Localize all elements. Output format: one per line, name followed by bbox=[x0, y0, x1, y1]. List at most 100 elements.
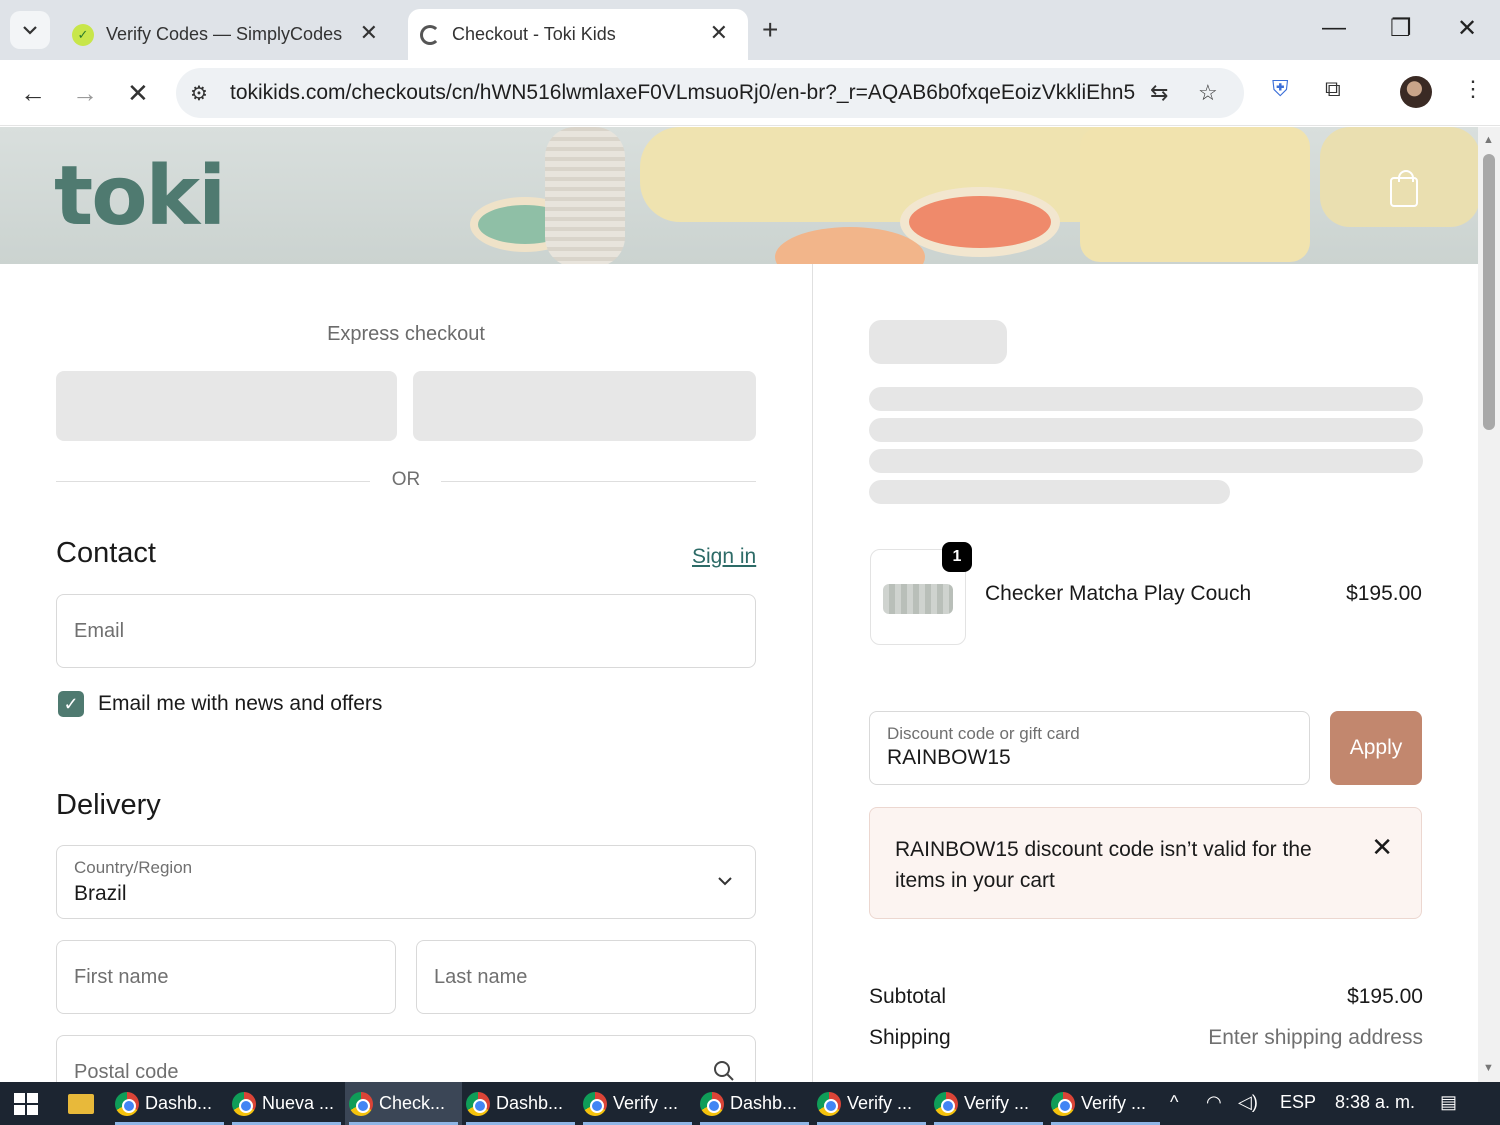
chevron-down-icon bbox=[23, 26, 37, 35]
network-icon[interactable]: ◠ bbox=[1206, 1092, 1222, 1113]
newsletter-label[interactable]: Email me with news and offers bbox=[98, 692, 382, 716]
scroll-up-icon[interactable]: ▲ bbox=[1483, 134, 1494, 146]
close-window-icon[interactable]: ✕ bbox=[1457, 14, 1477, 43]
profile-avatar[interactable] bbox=[1400, 76, 1432, 108]
notifications-icon[interactable]: ▤ bbox=[1440, 1092, 1457, 1113]
store-header-banner: toki bbox=[0, 127, 1478, 264]
windows-start-icon[interactable] bbox=[14, 1093, 38, 1115]
chrome-icon bbox=[583, 1091, 607, 1116]
browser-toolbar: ← → ✕ ⚙ tokikids.com/checkouts/cn/hWN516… bbox=[0, 60, 1500, 126]
taskbar-app[interactable]: Check... bbox=[345, 1082, 462, 1125]
translate-icon[interactable]: ⇆ bbox=[1150, 80, 1168, 106]
taskbar-app-label: Verify ... bbox=[847, 1093, 913, 1113]
taskbar-app[interactable]: Nueva ... bbox=[228, 1082, 345, 1125]
taskbar-app[interactable]: Dashb... bbox=[696, 1082, 813, 1125]
or-label: OR bbox=[391, 469, 421, 490]
taskbar-app[interactable]: Verify ... bbox=[1047, 1082, 1164, 1125]
express-checkout-title: Express checkout bbox=[327, 323, 485, 345]
subtotal-label: Subtotal bbox=[869, 985, 947, 1008]
tab-title: Checkout - Toki Kids bbox=[452, 24, 616, 44]
column-divider bbox=[812, 264, 813, 1082]
loading-placeholder bbox=[869, 387, 1423, 411]
checkout-page: toki Express checkout OR Contact Sign in… bbox=[0, 127, 1478, 1082]
simplycodes-favicon-icon: ✓ bbox=[72, 23, 94, 46]
menu-kebab-icon[interactable]: ⋮ bbox=[1462, 76, 1484, 102]
email-placeholder: Email bbox=[74, 620, 125, 642]
chrome-icon bbox=[115, 1091, 139, 1116]
taskbar-app[interactable]: Dashb... bbox=[462, 1082, 579, 1125]
taskbar-app-label: Check... bbox=[379, 1093, 446, 1113]
url-text[interactable]: tokikids.com/checkouts/cn/hWN516lwmlaxeF… bbox=[230, 81, 1136, 105]
chevron-down-icon bbox=[718, 877, 732, 886]
file-explorer-icon[interactable] bbox=[68, 1094, 94, 1114]
bookmark-star-icon[interactable]: ☆ bbox=[1198, 80, 1218, 106]
shipping-value: Enter shipping address bbox=[1208, 1026, 1423, 1049]
quantity-badge: 1 bbox=[942, 542, 972, 572]
scrollbar-thumb[interactable] bbox=[1483, 154, 1495, 430]
shield-extension-icon[interactable]: ⛨ bbox=[1272, 76, 1289, 102]
back-icon[interactable]: ← bbox=[20, 78, 46, 109]
windows-taskbar: Dashb... Nueva ... Check... Dashb... Ver… bbox=[0, 1082, 1500, 1125]
loading-favicon-icon bbox=[420, 24, 440, 45]
site-info-icon[interactable]: ⚙ bbox=[190, 81, 216, 106]
minimize-icon[interactable]: — bbox=[1322, 14, 1346, 42]
taskbar-app[interactable]: Verify ... bbox=[930, 1082, 1047, 1125]
chrome-icon bbox=[817, 1091, 841, 1116]
taskbar-app[interactable]: Dashb... bbox=[111, 1082, 228, 1125]
tray-chevron-up-icon[interactable]: ^ bbox=[1170, 1092, 1178, 1113]
taskbar-app-label: Dashb... bbox=[496, 1093, 564, 1113]
taskbar-app-label: Verify ... bbox=[964, 1093, 1030, 1113]
new-tab-button[interactable]: + bbox=[762, 14, 778, 46]
apply-button[interactable]: Apply bbox=[1330, 711, 1422, 785]
divider-line bbox=[56, 481, 370, 482]
tab-checkout[interactable]: Checkout - Toki Kids ✕ bbox=[408, 9, 748, 60]
postal-code-placeholder: Postal code bbox=[74, 1061, 179, 1082]
sign-in-link[interactable]: Sign in bbox=[692, 545, 756, 569]
last-name-placeholder: Last name bbox=[434, 966, 528, 988]
store-logo[interactable]: toki bbox=[54, 149, 226, 244]
newsletter-checkbox[interactable]: ✓ bbox=[58, 691, 84, 717]
address-bar[interactable]: ⚙ tokikids.com/checkouts/cn/hWN516lwmlax… bbox=[176, 68, 1244, 118]
tab-verify-codes[interactable]: ✓ Verify Codes — SimplyCodes ✕ bbox=[58, 9, 398, 60]
taskbar-app-label: Verify ... bbox=[613, 1093, 679, 1113]
language-indicator[interactable]: ESP bbox=[1280, 1092, 1316, 1113]
scroll-down-icon[interactable]: ▼ bbox=[1483, 1062, 1494, 1074]
checkmark-icon: ✓ bbox=[63, 693, 79, 714]
loading-placeholder bbox=[869, 480, 1230, 504]
divider-line bbox=[441, 481, 756, 482]
first-name-field[interactable]: First name bbox=[56, 940, 396, 1014]
country-value: Brazil bbox=[74, 882, 127, 905]
country-label: Country/Region bbox=[74, 858, 193, 877]
cart-bag-icon[interactable] bbox=[1390, 170, 1418, 207]
country-region-select[interactable]: Country/Region Brazil bbox=[56, 845, 756, 919]
close-tab-icon[interactable]: ✕ bbox=[710, 20, 728, 46]
forward-icon[interactable]: → bbox=[72, 78, 98, 109]
last-name-field[interactable]: Last name bbox=[416, 940, 756, 1014]
taskbar-app-label: Dashb... bbox=[145, 1093, 213, 1113]
loading-placeholder bbox=[869, 449, 1423, 473]
chrome-icon bbox=[466, 1091, 490, 1116]
express-pay-button-1[interactable] bbox=[56, 371, 397, 441]
discount-code-field[interactable]: Discount code or gift card RAINBOW15 bbox=[869, 711, 1310, 785]
express-pay-button-2[interactable] bbox=[413, 371, 756, 441]
volume-icon[interactable]: ◁) bbox=[1238, 1092, 1258, 1113]
taskbar-app[interactable]: Verify ... bbox=[579, 1082, 696, 1125]
discount-error-message: RAINBOW15 discount code isn’t valid for … bbox=[895, 838, 1312, 892]
subtotal-value: $195.00 bbox=[1347, 985, 1423, 1008]
search-icon[interactable] bbox=[713, 1060, 735, 1082]
chrome-icon bbox=[700, 1091, 724, 1116]
close-tab-icon[interactable]: ✕ bbox=[360, 20, 378, 46]
chrome-icon bbox=[232, 1091, 256, 1116]
contact-heading: Contact bbox=[56, 537, 156, 569]
chrome-icon bbox=[349, 1091, 373, 1116]
close-icon[interactable]: ✕ bbox=[1371, 832, 1393, 863]
stop-loading-icon[interactable]: ✕ bbox=[127, 78, 149, 109]
taskbar-app-label: Dashb... bbox=[730, 1093, 798, 1113]
restore-icon[interactable]: ❐ bbox=[1390, 14, 1412, 43]
tab-search-button[interactable] bbox=[10, 11, 50, 49]
taskbar-app[interactable]: Verify ... bbox=[813, 1082, 930, 1125]
email-field[interactable]: Email bbox=[56, 594, 756, 668]
extensions-puzzle-icon[interactable]: ⧉ bbox=[1325, 76, 1341, 102]
postal-code-field[interactable]: Postal code bbox=[56, 1035, 756, 1082]
clock[interactable]: 8:38 a. m. bbox=[1335, 1092, 1415, 1113]
